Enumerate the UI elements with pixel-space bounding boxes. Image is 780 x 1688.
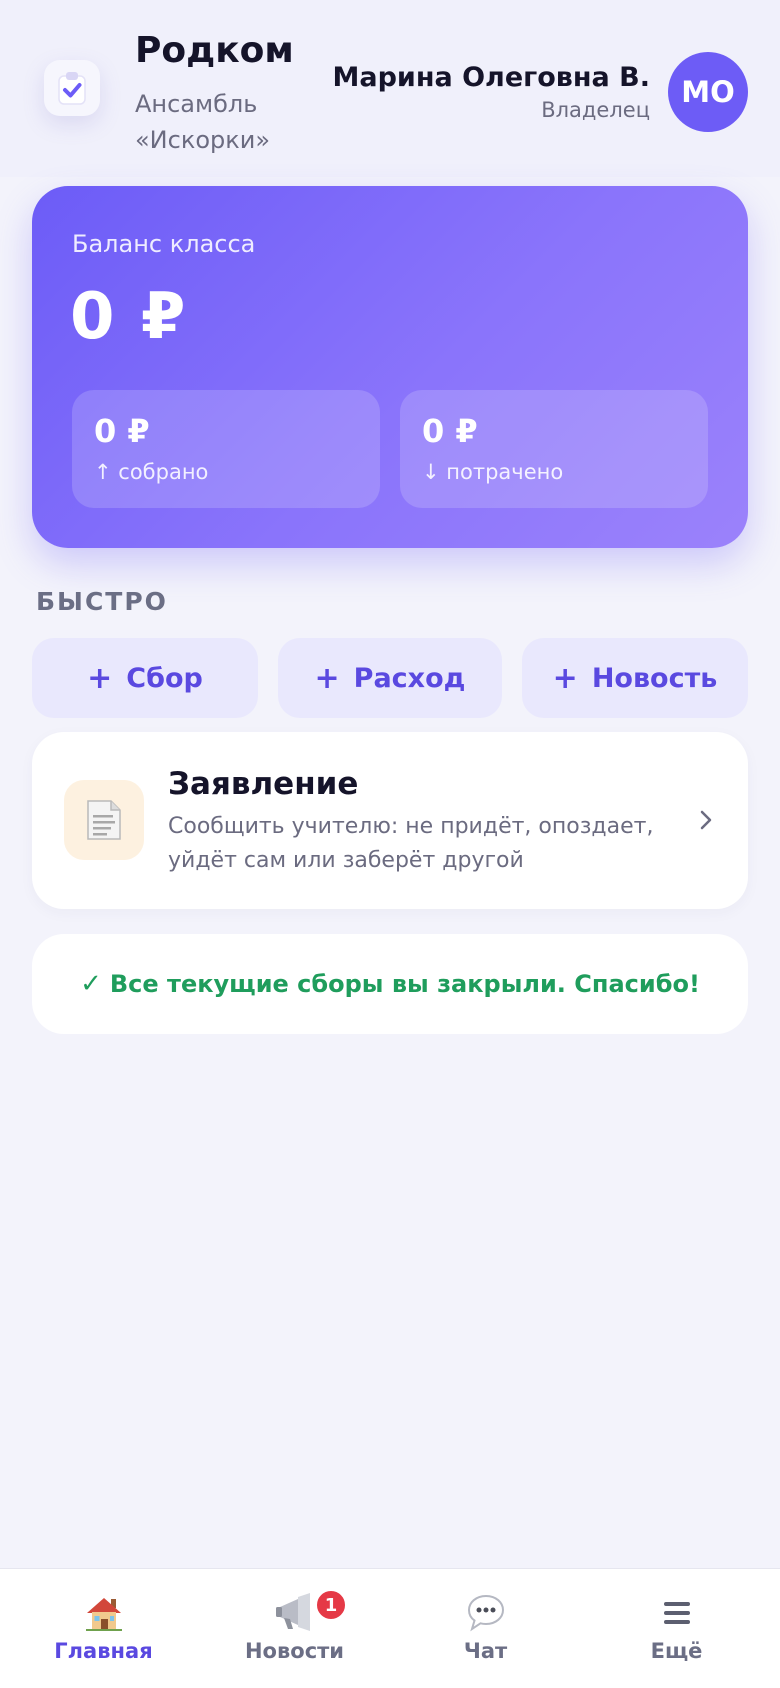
chevron-right-icon bbox=[694, 802, 718, 838]
clipboard-check-icon bbox=[44, 60, 100, 116]
statement-card[interactable]: Заявление Сообщить учителю: не придёт, о… bbox=[32, 732, 748, 909]
class-name: Ансамбль «Искорки» bbox=[135, 90, 271, 154]
news-unread-badge: 1 bbox=[315, 1589, 347, 1621]
spent-value: 0 ₽ bbox=[422, 412, 478, 450]
collections-closed-banner: ✓ Все текущие сборы вы закрыли. Спасибо! bbox=[32, 934, 748, 1034]
add-news-button[interactable]: + Новость bbox=[522, 638, 748, 718]
avatar[interactable]: МО bbox=[668, 52, 748, 132]
nav-item-chat[interactable]: Чат bbox=[388, 1569, 583, 1688]
document-icon bbox=[64, 780, 144, 860]
user-role: Владелец bbox=[541, 98, 650, 122]
plus-icon: + bbox=[552, 660, 578, 696]
spent-label: ↓ потрачено bbox=[422, 460, 564, 484]
statement-description: Сообщить учителю: не придёт, опоздает, у… bbox=[168, 814, 654, 873]
nav-label-home: Главная bbox=[54, 1639, 153, 1663]
chat-bubble-icon bbox=[464, 1591, 508, 1635]
collections-closed-text: Все текущие сборы вы закрыли. Спасибо! bbox=[109, 970, 700, 998]
menu-icon bbox=[655, 1591, 699, 1635]
nav-label-more: Ещё bbox=[650, 1639, 703, 1663]
user-name: Марина Олеговна В. bbox=[332, 62, 650, 93]
app-title: Родком bbox=[135, 30, 294, 71]
header: Родком Ансамбль «Искорки» Марина Олеговн… bbox=[0, 0, 780, 177]
balance-label: Баланс класса bbox=[72, 230, 256, 258]
balance-value: 0 ₽ bbox=[70, 280, 188, 354]
add-expense-label: Расход bbox=[353, 662, 466, 694]
nav-item-more[interactable]: Ещё bbox=[579, 1569, 774, 1688]
add-collection-button[interactable]: + Сбор bbox=[32, 638, 258, 718]
quick-section-title: БЫСТРО bbox=[36, 587, 168, 616]
nav-item-home[interactable]: Главная bbox=[6, 1569, 201, 1688]
collected-stat: 0 ₽ ↑ собрано bbox=[72, 390, 380, 508]
spent-stat: 0 ₽ ↓ потрачено bbox=[400, 390, 708, 508]
nav-label-chat: Чат bbox=[463, 1639, 508, 1663]
bottom-nav: Главная 1 Новости Чат Ещё bbox=[0, 1568, 780, 1688]
collected-label: ↑ собрано bbox=[94, 460, 209, 484]
add-collection-label: Сбор bbox=[126, 662, 203, 694]
add-expense-button[interactable]: + Расход bbox=[278, 638, 502, 718]
plus-icon: + bbox=[87, 660, 113, 696]
balance-card: Баланс класса 0 ₽ 0 ₽ ↑ собрано 0 ₽ ↓ по… bbox=[32, 186, 748, 548]
collected-value: 0 ₽ bbox=[94, 412, 150, 450]
plus-icon: + bbox=[314, 660, 340, 696]
megaphone-icon bbox=[273, 1591, 317, 1635]
nav-item-news[interactable]: 1 Новости bbox=[197, 1569, 392, 1688]
home-icon bbox=[82, 1591, 126, 1635]
statement-title: Заявление bbox=[168, 766, 359, 802]
add-news-label: Новость bbox=[591, 662, 718, 694]
nav-label-news: Новости bbox=[244, 1639, 345, 1663]
home-screen: Родком Ансамбль «Искорки» Марина Олеговн… bbox=[0, 0, 780, 1688]
checkmark-icon: ✓ bbox=[80, 969, 102, 999]
